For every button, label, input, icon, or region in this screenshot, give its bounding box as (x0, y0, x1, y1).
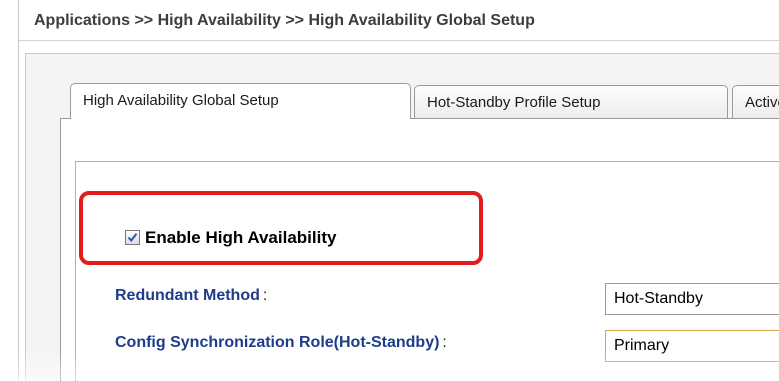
redundant-method-label-text: Redundant Method (115, 287, 260, 304)
tab-label: Hot-Standby Profile Setup (427, 94, 601, 111)
tab-hot-standby-profile-setup[interactable]: Hot-Standby Profile Setup (414, 85, 728, 119)
tab-active-active-profile-setup[interactable]: Active-Active Profile Setup (732, 85, 779, 119)
label-colon: : (262, 287, 268, 304)
breadcrumb: Applications >> High Availability >> Hig… (19, 2, 779, 41)
redundant-method-select[interactable]: Hot-Standby (605, 283, 779, 315)
config-sync-role-select[interactable]: Primary (605, 330, 779, 362)
tab-high-availability-global-setup[interactable]: High Availability Global Setup (70, 83, 411, 119)
config-sync-role-label: Config Synchronization Role(Hot-Standby)… (115, 334, 447, 352)
tab-label: High Availability Global Setup (83, 92, 279, 109)
highlight-annotation (79, 191, 483, 265)
config-sync-role-label-text: Config Synchronization Role(Hot-Standby) (115, 334, 440, 351)
label-colon: : (442, 334, 447, 351)
redundant-method-label: Redundant Method: (115, 287, 267, 305)
tab-label: Active-Active Profile Setup (745, 94, 779, 111)
